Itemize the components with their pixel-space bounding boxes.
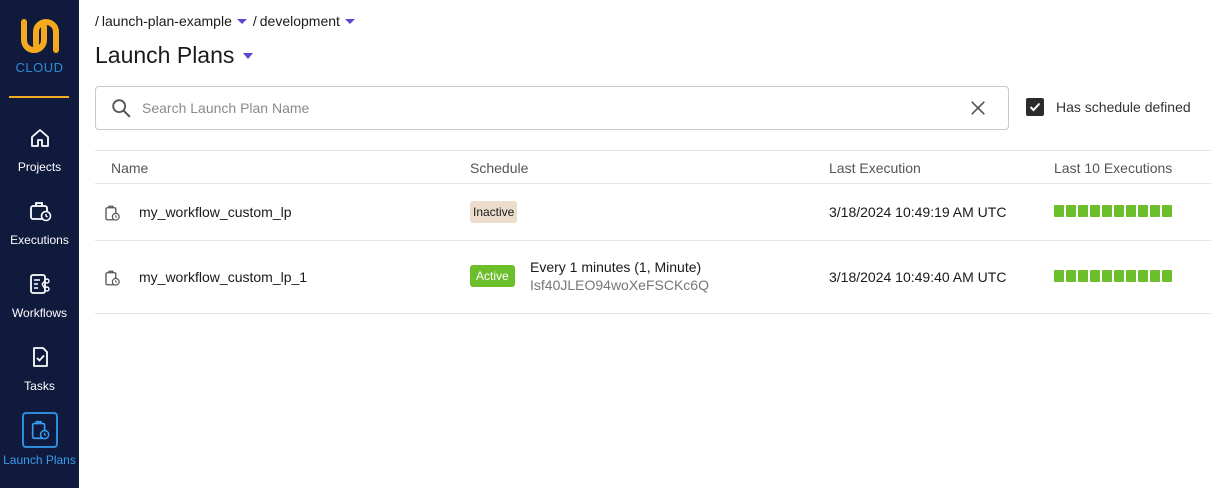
executions-icon <box>29 202 51 222</box>
home-icon <box>30 129 49 147</box>
execution-status-bar[interactable] <box>1102 270 1112 282</box>
tasks-icon <box>32 347 48 367</box>
sidebar-item-label: Workflows <box>11 306 68 320</box>
logo-text: CLOUD <box>15 60 64 75</box>
execution-status-bar[interactable] <box>1078 205 1088 217</box>
last-execution-time: 3/18/2024 10:49:19 AM UTC <box>829 204 1007 220</box>
workflows-icon <box>29 274 50 294</box>
main-content: / launch-plan-example / development Laun… <box>79 0 1227 488</box>
search-icon <box>112 99 131 118</box>
table-row[interactable]: my_workflow_custom_lp_1 Active Every 1 m… <box>95 241 1211 314</box>
execution-status-bar[interactable] <box>1054 270 1064 282</box>
execution-status-bar[interactable] <box>1090 270 1100 282</box>
sidebar-item-launch-plans[interactable]: Launch Plans <box>0 408 79 481</box>
sidebar-item-label: Launch Plans <box>3 453 76 467</box>
execution-status-bar[interactable] <box>1138 205 1148 217</box>
execution-status-bar[interactable] <box>1102 205 1112 217</box>
execution-status-bar[interactable] <box>1150 270 1160 282</box>
active-indicator <box>21 412 58 448</box>
column-header-schedule: Schedule <box>470 160 529 176</box>
sidebar-item-tasks[interactable]: Tasks <box>0 335 79 408</box>
sidebar-item-executions[interactable]: Executions <box>0 189 79 262</box>
chevron-down-icon[interactable] <box>344 18 355 24</box>
execution-status-bar[interactable] <box>1126 205 1136 217</box>
launch-plan-icon <box>105 205 120 221</box>
execution-status-bar[interactable] <box>1126 270 1136 282</box>
status-badge: Inactive <box>470 201 518 223</box>
breadcrumb: / launch-plan-example / development <box>95 13 361 29</box>
column-header-last-execution: Last Execution <box>829 160 921 176</box>
sidebar: CLOUD Projects Executions Workflows Task… <box>0 0 79 488</box>
column-header-name: Name <box>111 160 149 176</box>
check-icon <box>1029 102 1041 112</box>
sidebar-item-workflows[interactable]: Workflows <box>0 262 79 335</box>
execution-status-bar[interactable] <box>1078 270 1088 282</box>
execution-status-bar[interactable] <box>1114 270 1124 282</box>
execution-status-bar[interactable] <box>1066 270 1076 282</box>
schedule-id: Isf40JLEO94woXeFSCKc6Q <box>530 277 709 293</box>
execution-status-bar[interactable] <box>1114 205 1124 217</box>
breadcrumb-domain[interactable]: development <box>260 13 340 29</box>
execution-status-bar[interactable] <box>1150 205 1160 217</box>
last-execution-time: 3/18/2024 10:49:40 AM UTC <box>829 269 1007 285</box>
search-input[interactable] <box>142 100 968 116</box>
chevron-down-icon[interactable] <box>236 18 247 24</box>
chevron-down-icon[interactable] <box>243 52 254 59</box>
status-badge: Active <box>470 265 515 287</box>
last-10-executions <box>1054 270 1172 282</box>
launch-plan-name[interactable]: my_workflow_custom_lp <box>139 204 292 220</box>
schedule-filter[interactable]: Has schedule defined <box>1026 98 1191 116</box>
schedule-filter-label: Has schedule defined <box>1056 99 1191 115</box>
table-row[interactable]: my_workflow_custom_lp Inactive 3/18/2024… <box>95 184 1211 241</box>
breadcrumb-project[interactable]: launch-plan-example <box>102 13 232 29</box>
launch-plan-icon <box>105 270 120 286</box>
logo-divider <box>9 96 69 98</box>
execution-status-bar[interactable] <box>1066 205 1076 217</box>
search-box <box>95 86 1009 130</box>
sidebar-item-label: Executions <box>10 233 69 247</box>
launch-plan-icon <box>31 420 49 440</box>
execution-status-bar[interactable] <box>1162 205 1172 217</box>
schedule-checkbox[interactable] <box>1026 98 1044 116</box>
execution-status-bar[interactable] <box>1162 270 1172 282</box>
launch-plan-name[interactable]: my_workflow_custom_lp_1 <box>139 269 307 285</box>
execution-status-bar[interactable] <box>1054 205 1064 217</box>
close-icon[interactable] <box>968 98 988 118</box>
sidebar-item-label: Tasks <box>24 379 55 393</box>
breadcrumb-separator: / <box>252 13 257 29</box>
sidebar-item-label: Projects <box>17 160 62 174</box>
execution-status-bar[interactable] <box>1138 270 1148 282</box>
last-10-executions <box>1054 205 1172 217</box>
page-title: Launch Plans <box>95 42 235 68</box>
schedule-expression: Every 1 minutes (1, Minute) <box>530 259 702 275</box>
table-header: Name Schedule Last Execution Last 10 Exe… <box>95 150 1211 184</box>
column-header-last-10-executions: Last 10 Executions <box>1054 160 1173 176</box>
app: CLOUD Projects Executions Workflows Task… <box>0 0 1227 488</box>
union-logo-icon <box>20 19 59 53</box>
logo[interactable]: CLOUD <box>0 0 79 98</box>
sidebar-item-projects[interactable]: Projects <box>0 116 79 189</box>
execution-status-bar[interactable] <box>1090 205 1100 217</box>
sidebar-nav: Projects Executions Workflows Tasks Laun… <box>0 116 79 481</box>
page-title-row[interactable]: Launch Plans <box>95 42 259 69</box>
schedule-info: Every 1 minutes (1, Minute) Isf40JLEO94w… <box>530 259 709 293</box>
launch-plans-table: Name Schedule Last Execution Last 10 Exe… <box>95 150 1211 314</box>
breadcrumb-separator: / <box>95 13 99 29</box>
